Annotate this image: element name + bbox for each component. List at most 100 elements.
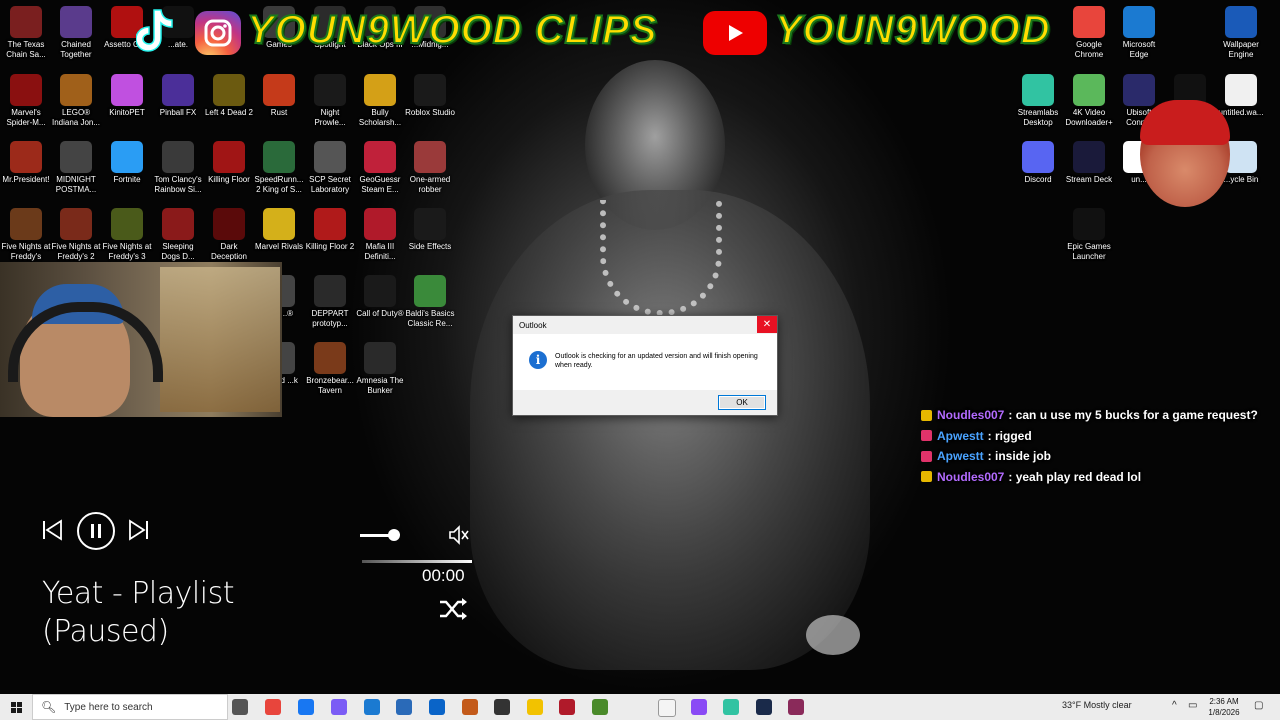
lego-indiana-icon [60,74,92,106]
tray-overflow-icon[interactable]: ^ [1172,700,1177,711]
desktop-shortcut[interactable]: SpeedRunn... 2 King of S... [253,141,305,195]
edge-icon[interactable] [364,699,380,715]
desktop-shortcut[interactable]: Pinball FX [152,74,204,118]
chat-username: Apwestt [937,428,984,443]
desktop-shortcut[interactable]: MIDNIGHT POSTMA... [50,141,102,195]
chat-username: Noudles007 [937,408,1005,423]
desktop-shortcut[interactable]: Wallpaper Engine [1215,6,1267,60]
desktop-shortcut-label: 4K Video Downloader+ [1065,108,1113,127]
notification-icon[interactable]: ▢ [1254,700,1263,711]
notepad-icon[interactable] [658,699,676,717]
desktop-shortcut-label: Five Nights at Freddy's [1,242,51,261]
bully-icon [364,74,396,106]
desktop-shortcut[interactable]: Tom Clancy's Rainbow Si... [152,141,204,195]
steam-icon[interactable] [756,699,772,715]
desktop-shortcut[interactable]: Bully Scholarsh... [354,74,406,128]
desktop-shortcut[interactable]: 4K Video Downloader+ [1063,74,1115,128]
weather-widget[interactable]: 33°F Mostly clear [1062,700,1132,710]
search-icon: 🔍︎ [41,700,57,714]
desktop-shortcut[interactable]: The Texas Chain Sa... [0,6,52,60]
fnaf3-icon [111,208,143,240]
ok-button[interactable]: OK [718,395,766,410]
instagram-icon [195,11,241,55]
desktop-shortcut[interactable]: Rust [253,74,305,118]
desktop-shortcut[interactable]: Amnesia The Bunker [354,342,406,396]
network-icon[interactable]: ▭ [1188,700,1197,711]
desktop-shortcut[interactable]: Baldi's Basics Classic Re... [404,275,456,329]
desktop-shortcut[interactable]: Side Effects [404,208,456,252]
previous-track-button[interactable] [40,518,64,548]
desktop-shortcut-label: LEGO® Indiana Jon... [51,108,101,127]
desktop-shortcut[interactable]: Call of Duty® [354,275,406,319]
desktop-shortcut[interactable]: Five Nights at Freddy's 2 [50,208,102,262]
desktop-shortcut[interactable]: DEPPART prototyp... [304,275,356,329]
desktop-shortcut[interactable]: KinitoPET [101,74,153,118]
desktop-shortcut-label: Bronzebear... Tavern [306,376,354,395]
chrome-icon[interactable] [265,699,281,715]
desktop-shortcut[interactable]: Chained Together [50,6,102,60]
minecraft-icon[interactable] [592,699,608,715]
winrar-icon[interactable] [788,699,804,715]
desktop-shortcut-label: Mafia III Definiti... [364,242,396,261]
desktop-shortcut-label: Call of Duty® [356,309,404,318]
photoshop-icon[interactable] [462,699,478,715]
desktop-shortcut[interactable]: Stream Deck [1063,141,1115,185]
desktop-shortcut[interactable]: Five Nights at Freddy's [0,208,52,262]
desktop-shortcut[interactable]: Killing Floor 2 [304,208,356,252]
desktop-shortcut[interactable]: Mr.President! [0,141,52,185]
file-explorer-icon[interactable] [527,699,543,715]
pause-button[interactable] [77,512,115,550]
desktop-shortcut[interactable]: Bronzebear... Tavern [304,342,356,396]
shuffle-icon[interactable] [438,596,468,629]
desktop-shortcut[interactable]: LEGO® Indiana Jon... [50,74,102,128]
track-progress-bar[interactable] [362,560,472,563]
deppart-icon [314,275,346,307]
task-view-icon[interactable] [232,699,248,715]
desktop-shortcut[interactable]: Five Nights at Freddy's 3 [101,208,153,262]
copilot-icon[interactable] [331,699,347,715]
desktop-shortcut[interactable]: GeoGuessr Steam E... [354,141,406,195]
desktop-shortcut[interactable]: Streamlabs Desktop [1012,74,1064,128]
sleeping-dogs-icon [162,208,194,240]
chat-badge-icon [921,430,932,442]
dialog-close-button[interactable]: ✕ [757,316,777,333]
desktop-shortcut[interactable]: SCP Secret Laboratory [304,141,356,195]
mute-icon[interactable] [448,524,470,552]
desktop-shortcut-label: DEPPART prototyp... [311,309,349,328]
desktop-shortcut[interactable]: One-armed robber [404,141,456,195]
desktop-shortcut[interactable]: Dark Deception [203,208,255,262]
media-icon[interactable] [559,699,575,715]
desktop-shortcut[interactable]: Roblox Studio [404,74,456,118]
call-of-duty-icon [364,275,396,307]
calculator-icon[interactable] [396,699,412,715]
desktop-shortcut[interactable]: Discord [1012,141,1064,185]
desktop-shortcut[interactable]: Marvel's Spider-M... [0,74,52,128]
volume-slider-knob[interactable] [388,529,400,541]
desktop-shortcut-label: Fortnite [113,175,141,184]
desktop-shortcut[interactable]: Sleeping Dogs D... [152,208,204,262]
discord-icon [1022,141,1054,173]
roblox-icon[interactable] [494,699,510,715]
desktop-shortcut-label: Wallpaper Engine [1223,40,1259,59]
desktop-shortcut[interactable]: Left 4 Dead 2 [203,74,255,118]
messenger-icon[interactable] [691,699,707,715]
one-armed-robber-icon [414,141,446,173]
chat-text: : can u use my 5 bucks for a game reques… [1008,408,1258,423]
streamlabs-icon[interactable] [723,699,739,715]
desktop-shortcut[interactable]: Night Prowle... [304,74,356,128]
dialog-title: Outlook [519,321,547,330]
desktop-shortcut[interactable]: Epic Games Launcher [1063,208,1115,262]
outlook-icon[interactable] [429,699,445,715]
webcam-overlay [0,262,282,417]
desktop-shortcut[interactable]: Microsoft Edge [1113,6,1165,60]
next-track-button[interactable] [127,518,151,548]
desktop-shortcut[interactable]: Killing Floor [203,141,255,185]
taskbar-search-box[interactable]: 🔍︎ Type here to search [32,694,228,720]
desktop-shortcut[interactable]: Marvel Rivals [253,208,305,252]
facebook-icon[interactable] [298,699,314,715]
taskbar-clock[interactable]: 2:36 AM 1/8/2026 [1204,696,1244,718]
start-button[interactable] [0,694,32,720]
desktop-shortcut[interactable]: Fortnite [101,141,153,185]
desktop-shortcut[interactable]: untitled.wa... [1215,74,1267,118]
desktop-shortcut[interactable]: Mafia III Definiti... [354,208,406,262]
